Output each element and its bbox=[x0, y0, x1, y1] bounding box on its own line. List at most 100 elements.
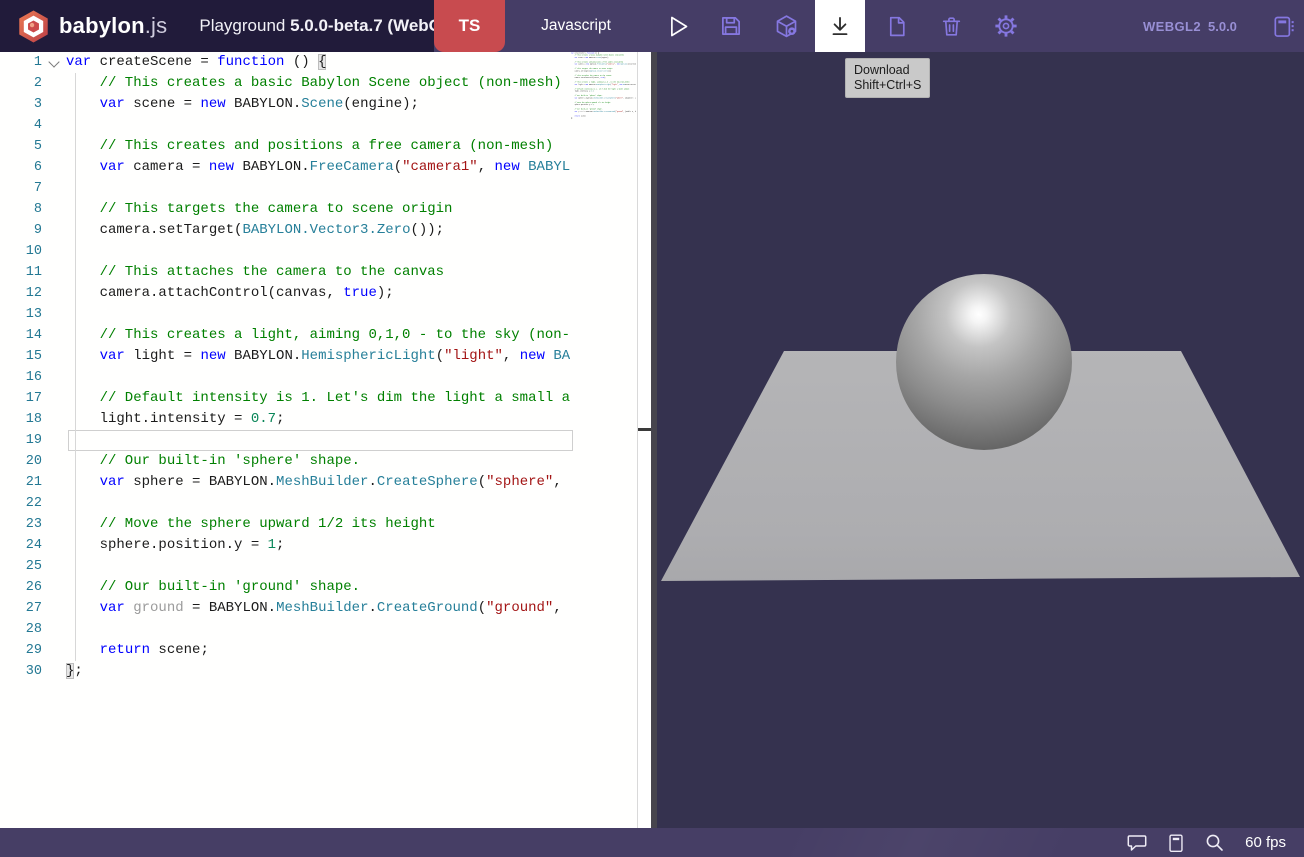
fold-chevron-icon[interactable] bbox=[48, 56, 59, 67]
babylon-logo-icon bbox=[17, 10, 50, 43]
render-canvas[interactable] bbox=[651, 52, 1304, 828]
playground-title: Playground 5.0.0-beta.7 (WebGL2) bbox=[199, 16, 467, 36]
code-line[interactable]: 11 // This attaches the camera to the ca… bbox=[0, 262, 570, 283]
minimap[interactable]: var createScene = function () { // This … bbox=[571, 52, 636, 828]
code-line[interactable]: 18 light.intensity = 0.7; bbox=[0, 409, 570, 430]
line-number: 17 bbox=[0, 388, 42, 409]
new-file-icon bbox=[884, 14, 909, 39]
code-line[interactable]: 29 return scene; bbox=[0, 640, 570, 661]
tooltip-line1: Download bbox=[854, 63, 921, 78]
line-number: 8 bbox=[0, 199, 42, 220]
code-line[interactable]: 22 bbox=[0, 493, 570, 514]
search-icon bbox=[1203, 831, 1227, 855]
logo-text: babylon.js bbox=[59, 13, 167, 39]
code-line[interactable]: 4 bbox=[0, 115, 570, 136]
code-line[interactable]: 17 // Default intensity is 1. Let's dim … bbox=[0, 388, 570, 409]
typescript-toggle-button[interactable]: TS bbox=[434, 0, 505, 52]
line-number: 26 bbox=[0, 577, 42, 598]
device-icon bbox=[1268, 13, 1295, 40]
code-line[interactable]: 16 bbox=[0, 367, 570, 388]
code-line[interactable]: 14 // This creates a light, aiming 0,1,0… bbox=[0, 325, 570, 346]
line-number: 5 bbox=[0, 136, 42, 157]
book-icon bbox=[1165, 832, 1187, 854]
minimap-content: var createScene = function () { // This … bbox=[571, 52, 632, 119]
line-number: 30 bbox=[0, 661, 42, 682]
line-number: 28 bbox=[0, 619, 42, 640]
tooltip-line2: Shift+Ctrl+S bbox=[854, 78, 921, 93]
line-number: 14 bbox=[0, 325, 42, 346]
code-line[interactable]: 30}; bbox=[0, 661, 570, 682]
run-button[interactable] bbox=[654, 0, 700, 52]
new-playground-button[interactable] bbox=[873, 0, 919, 52]
inspector-button[interactable] bbox=[763, 0, 809, 52]
device-mode-button[interactable] bbox=[1258, 0, 1304, 52]
status-bar: 60 fps bbox=[0, 828, 1304, 857]
code-line[interactable]: 13 bbox=[0, 304, 570, 325]
line-number: 25 bbox=[0, 556, 42, 577]
code-lines: 1var createScene = function () {2 // Thi… bbox=[0, 52, 570, 682]
canvas-left-edge bbox=[651, 52, 657, 828]
chat-bubble-icon bbox=[1125, 831, 1149, 855]
line-number: 13 bbox=[0, 304, 42, 325]
line-number: 4 bbox=[0, 115, 42, 136]
inspector-cube-icon bbox=[773, 13, 800, 40]
code-line[interactable]: 26 // Our built-in 'ground' shape. bbox=[0, 577, 570, 598]
trash-icon bbox=[939, 14, 964, 39]
code-line[interactable]: 7 bbox=[0, 178, 570, 199]
code-line[interactable]: 21 var sphere = BABYLON.MeshBuilder.Crea… bbox=[0, 472, 570, 493]
code-line[interactable]: 6 var camera = new BABYLON.FreeCamera("c… bbox=[0, 157, 570, 178]
comments-button[interactable] bbox=[1125, 828, 1149, 857]
line-number: 23 bbox=[0, 514, 42, 535]
code-line[interactable]: 10 bbox=[0, 241, 570, 262]
line-number: 16 bbox=[0, 367, 42, 388]
line-number: 20 bbox=[0, 451, 42, 472]
docs-button[interactable] bbox=[1165, 828, 1187, 857]
code-line[interactable]: 23 // Move the sphere upward 1/2 its hei… bbox=[0, 514, 570, 535]
code-line[interactable]: 20 // Our built-in 'sphere' shape. bbox=[0, 451, 570, 472]
settings-button[interactable] bbox=[983, 0, 1029, 52]
code-line[interactable]: 3 var scene = new BABYLON.Scene(engine); bbox=[0, 94, 570, 115]
clear-code-button[interactable] bbox=[928, 0, 974, 52]
code-line[interactable]: 1var createScene = function () { bbox=[0, 52, 570, 73]
code-line[interactable]: 27 var ground = BABYLON.MeshBuilder.Crea… bbox=[0, 598, 570, 619]
code-editor[interactable]: 1var createScene = function () {2 // Thi… bbox=[0, 52, 638, 828]
download-tooltip: Download Shift+Ctrl+S bbox=[845, 58, 930, 98]
code-line[interactable]: 9 camera.setTarget(BABYLON.Vector3.Zero(… bbox=[0, 220, 570, 241]
play-icon bbox=[664, 13, 691, 40]
gear-icon bbox=[993, 13, 1019, 39]
code-line[interactable]: 25 bbox=[0, 556, 570, 577]
code-line[interactable]: 28 bbox=[0, 619, 570, 640]
save-button[interactable] bbox=[708, 0, 754, 52]
engine-version-badge: 5.0.0 bbox=[1208, 0, 1237, 52]
code-line[interactable]: 12 camera.attachControl(canvas, true); bbox=[0, 283, 570, 304]
download-icon bbox=[827, 13, 853, 39]
line-number: 24 bbox=[0, 535, 42, 556]
line-number: 29 bbox=[0, 640, 42, 661]
line-number: 27 bbox=[0, 598, 42, 619]
line-number: 18 bbox=[0, 409, 42, 430]
code-line[interactable]: 19 bbox=[0, 430, 570, 451]
line-number: 10 bbox=[0, 241, 42, 262]
editor-canvas-divider bbox=[638, 52, 651, 828]
fps-counter: 60 fps bbox=[1245, 834, 1286, 851]
language-selector-button[interactable]: Javascript bbox=[510, 0, 642, 52]
line-number: 6 bbox=[0, 157, 42, 178]
code-line[interactable]: 5 // This creates and positions a free c… bbox=[0, 136, 570, 157]
examples-search-button[interactable] bbox=[1203, 828, 1227, 857]
code-line[interactable]: 8 // This targets the camera to scene or… bbox=[0, 199, 570, 220]
webgl-version-badge: WEBGL2 bbox=[1143, 0, 1201, 52]
code-line[interactable]: 24 sphere.position.y = 1; bbox=[0, 535, 570, 556]
line-number: 12 bbox=[0, 283, 42, 304]
line-number: 21 bbox=[0, 472, 42, 493]
line-number: 15 bbox=[0, 346, 42, 367]
download-button[interactable] bbox=[815, 0, 865, 52]
divider-drag-handle[interactable] bbox=[638, 428, 651, 431]
code-line[interactable]: 15 var light = new BABYLON.HemisphericLi… bbox=[0, 346, 570, 367]
code-line[interactable]: 2 // This creates a basic Babylon Scene … bbox=[0, 73, 570, 94]
line-number: 19 bbox=[0, 430, 42, 451]
babylon-playground: { "header": { "logo_name": "babylon", "l… bbox=[0, 0, 1304, 857]
line-number: 1 bbox=[0, 52, 42, 73]
line-number: 3 bbox=[0, 94, 42, 115]
line-number: 7 bbox=[0, 178, 42, 199]
header: babylon.js Playground 5.0.0-beta.7 (WebG… bbox=[0, 0, 1304, 52]
